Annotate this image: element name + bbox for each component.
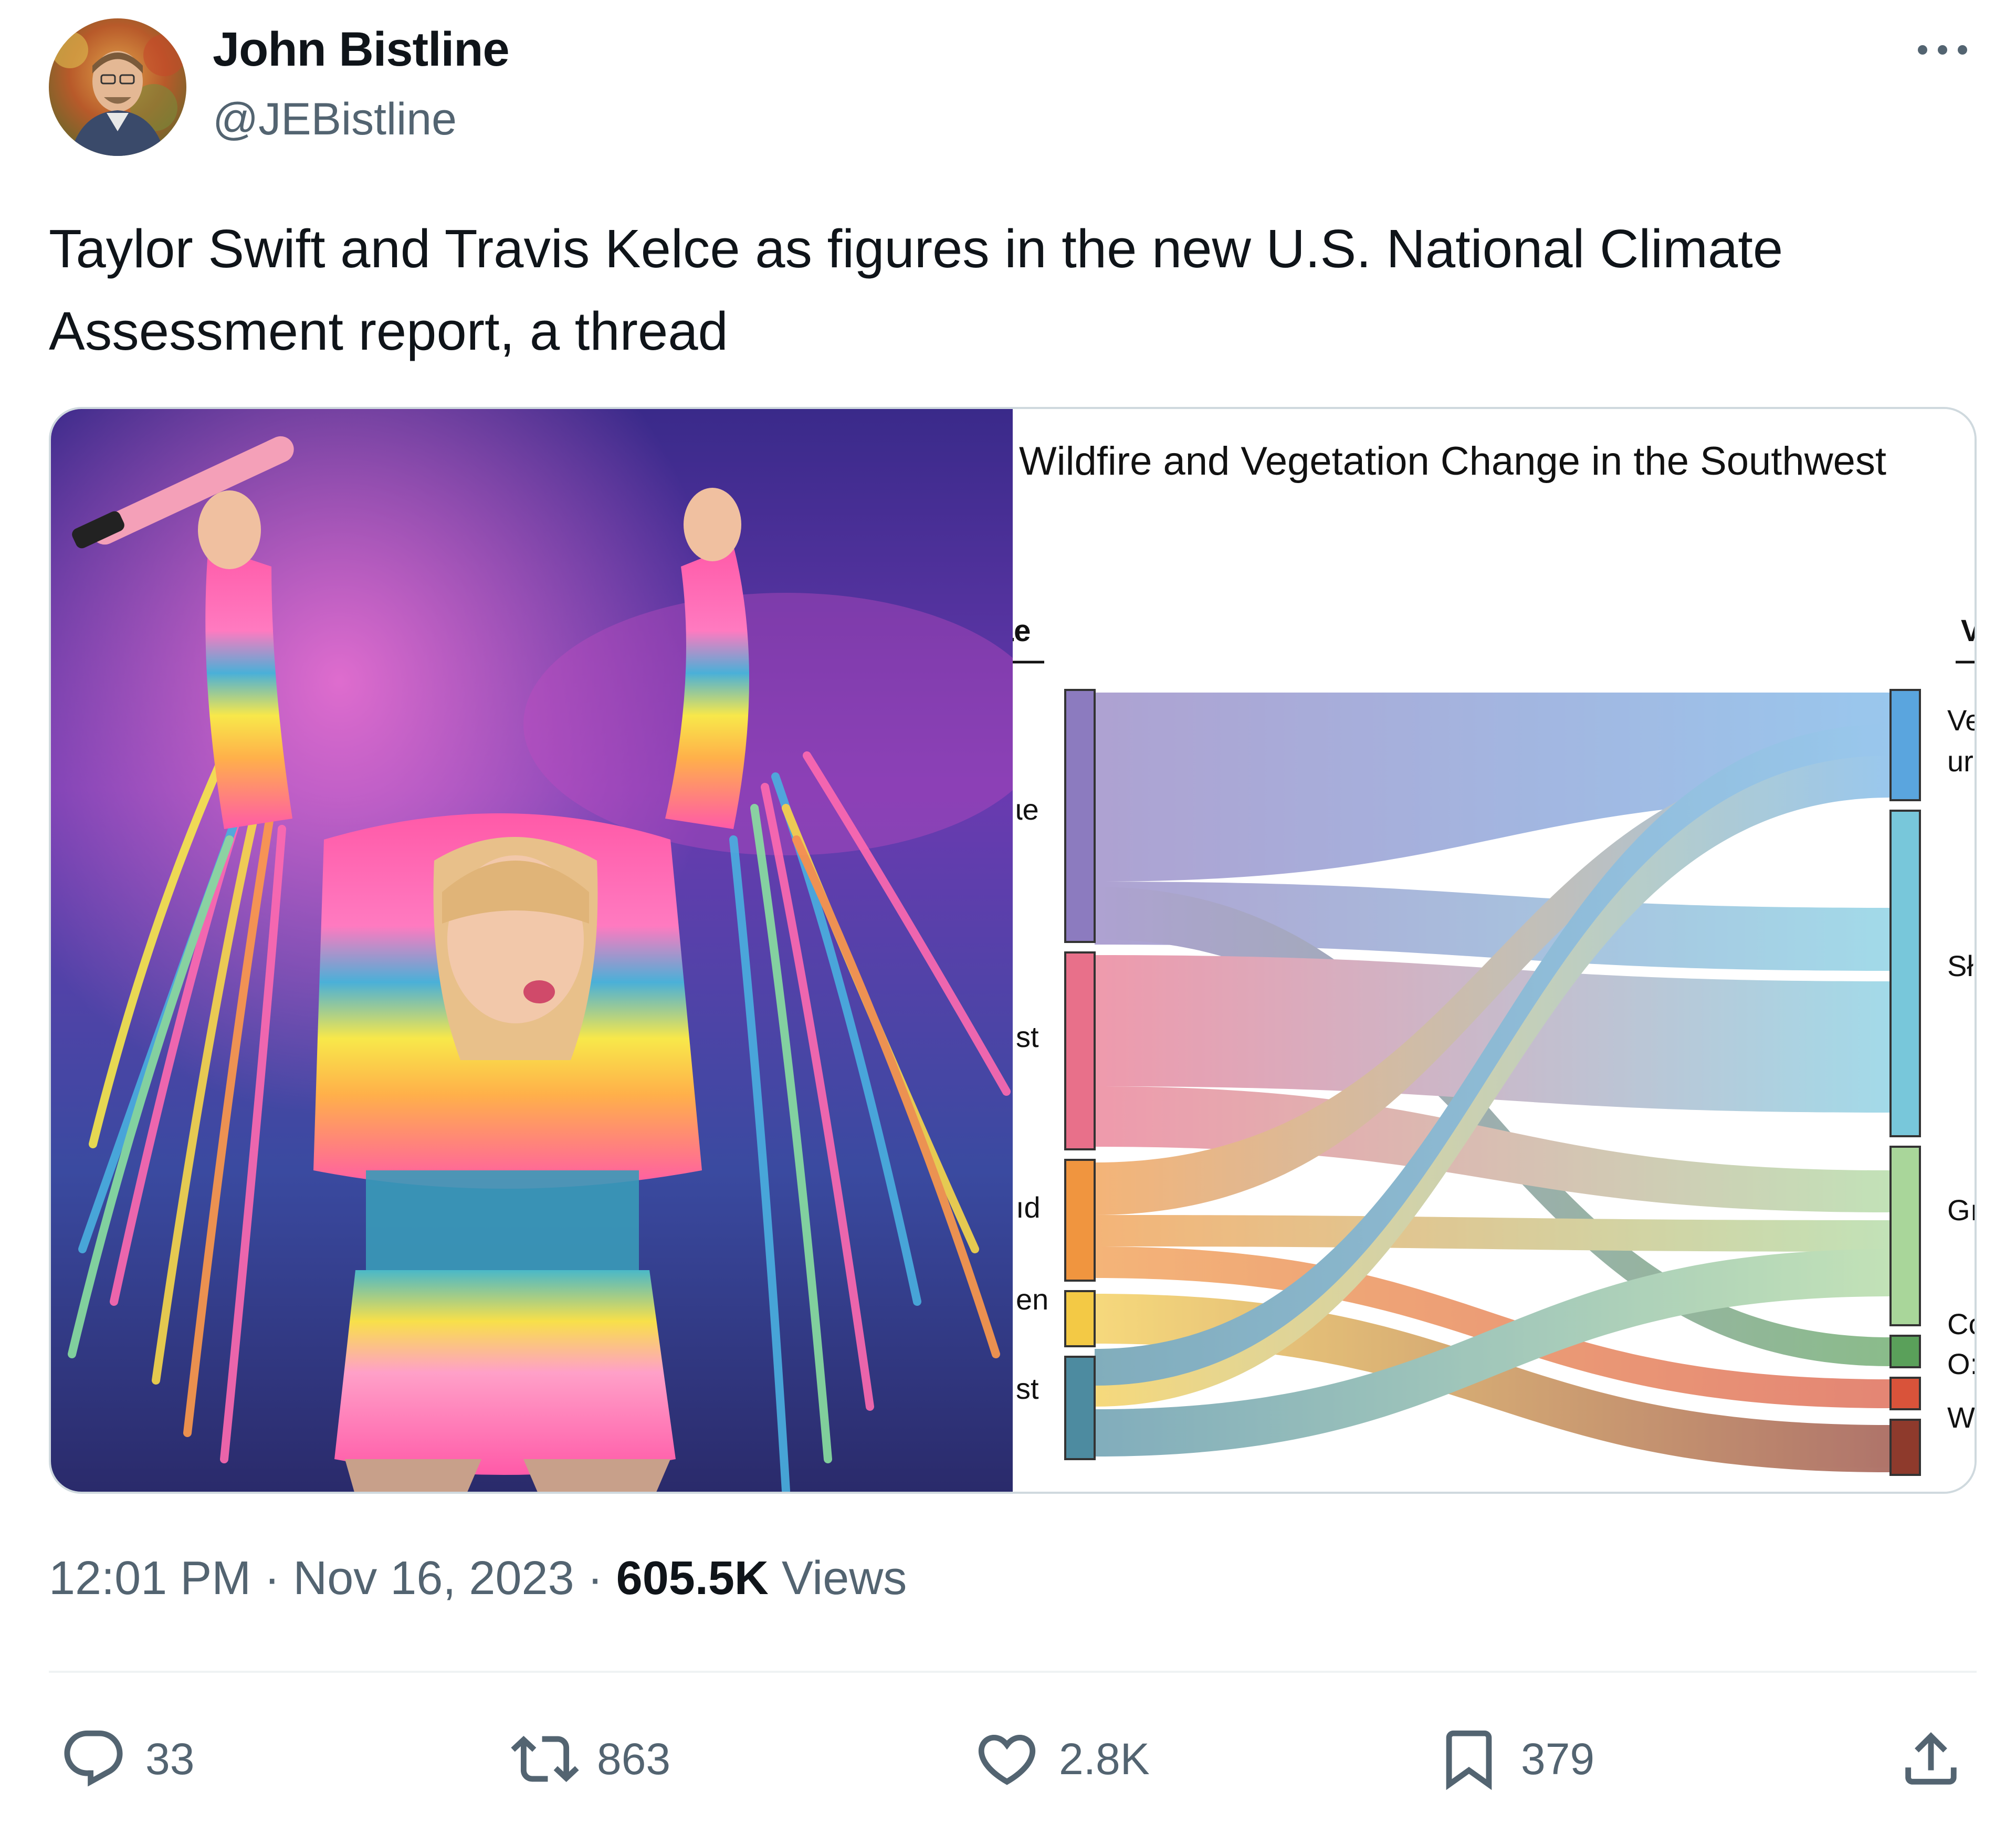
more-dot: [1938, 45, 1947, 55]
right-label-1: Ve: [1947, 704, 1977, 737]
chart-title: Wildfire and Vegetation Change in the So…: [1019, 439, 1886, 484]
chart-left-header: ɩe: [1013, 614, 1031, 648]
right-node-1: [1889, 689, 1921, 801]
bookmark-icon: [1446, 1730, 1492, 1790]
right-node-5: [1889, 1377, 1921, 1410]
sankey-chart[interactable]: Wildfire and Vegetation Change in the So…: [1013, 409, 1977, 1492]
right-label-3: Sł: [1947, 949, 1973, 982]
right-node-2: [1889, 810, 1921, 1137]
action-bar: 33 863 2.8K 379: [49, 1725, 1977, 1793]
retweet-button[interactable]: 863: [511, 1725, 670, 1793]
retweet-count: 863: [597, 1734, 671, 1784]
retweet-icon: [511, 1736, 579, 1782]
right-label-6: O:: [1947, 1347, 1977, 1380]
tweet-text: Taylor Swift and Travis Kelce as figures…: [49, 218, 1783, 361]
chart-right-header: V: [1961, 614, 1977, 648]
tweet-meta: 12:01 PM · Nov 16, 2023 · 605.5K Views: [49, 1552, 907, 1606]
meta-separator: ·: [587, 1552, 603, 1605]
bookmark-count: 379: [1521, 1734, 1595, 1784]
meta-separator: ·: [264, 1552, 280, 1605]
flow-8: [1095, 1215, 1891, 1252]
left-label-3: ıd: [1016, 1191, 1041, 1224]
views-label: Views: [781, 1552, 907, 1605]
concert-photo[interactable]: [51, 409, 1013, 1492]
left-node-2: [1064, 951, 1096, 1150]
reply-count: 33: [145, 1734, 195, 1784]
left-node-5: [1064, 1356, 1096, 1460]
right-label-5: Cc: [1947, 1307, 1977, 1340]
bookmark-button[interactable]: 379: [1435, 1725, 1594, 1793]
reply-icon: [64, 1730, 123, 1787]
share-button[interactable]: [1897, 1725, 1965, 1793]
like-icon: [978, 1734, 1036, 1785]
share-icon: [1905, 1732, 1957, 1785]
views-count: 605.5K: [616, 1552, 769, 1605]
avatar[interactable]: [49, 18, 186, 156]
left-label-5: st: [1016, 1372, 1039, 1405]
reply-button[interactable]: 33: [59, 1725, 194, 1793]
more-dot: [1958, 45, 1967, 55]
left-label-1: ɩe: [1016, 793, 1039, 826]
performer-image: [51, 409, 1013, 1492]
author-handle[interactable]: @JEBistline: [213, 93, 457, 145]
left-node-3: [1064, 1159, 1096, 1282]
right-node-4: [1889, 1335, 1921, 1368]
tweet-time[interactable]: 12:01 PM: [49, 1552, 251, 1605]
right-node-6: [1889, 1419, 1921, 1476]
right-label-2: ur: [1947, 745, 1973, 778]
more-dot: [1918, 45, 1927, 55]
like-button[interactable]: 2.8K: [973, 1725, 1150, 1793]
author-display-name[interactable]: John Bistline: [213, 22, 510, 77]
left-label-2: st: [1016, 1020, 1039, 1053]
like-count: 2.8K: [1059, 1734, 1150, 1784]
left-label-4: en: [1016, 1283, 1048, 1316]
tweet-media[interactable]: Wildfire and Vegetation Change in the So…: [49, 407, 1977, 1494]
right-label-4: Gı: [1947, 1193, 1977, 1227]
tweet-date[interactable]: Nov 16, 2023: [293, 1552, 574, 1605]
more-icon[interactable]: [1908, 32, 1977, 68]
divider: [49, 1671, 1977, 1673]
right-label-7: W: [1947, 1401, 1975, 1434]
left-node-4: [1064, 1290, 1096, 1347]
avatar-image: [49, 18, 186, 156]
left-node-1: [1064, 689, 1096, 943]
sankey-diagram: Wildfire and Vegetation Change in the So…: [1013, 439, 1977, 1476]
right-node-3: [1889, 1146, 1921, 1326]
